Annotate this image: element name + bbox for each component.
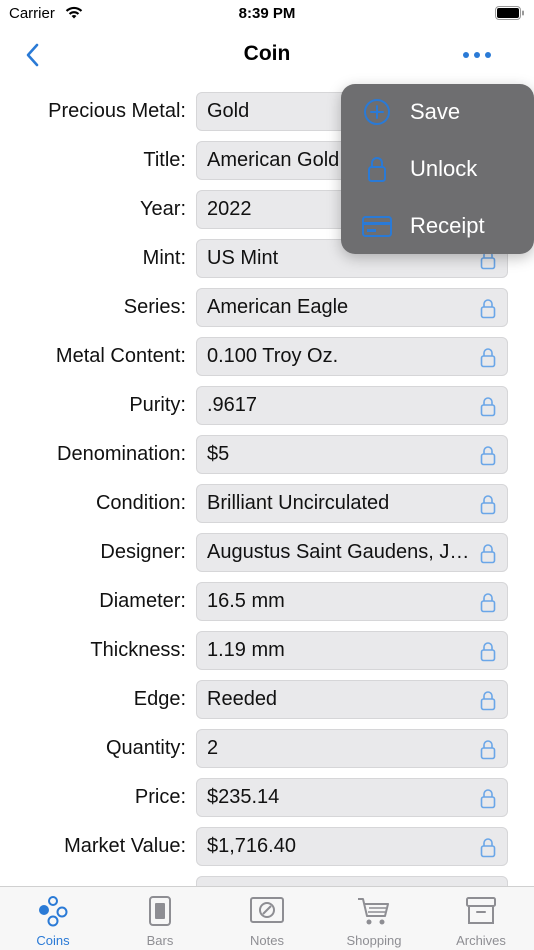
credit-card-icon: [362, 216, 392, 237]
field-input[interactable]: $235.14: [196, 778, 508, 817]
status-time: 8:39 PM: [238, 5, 296, 22]
tab-shopping[interactable]: Shopping: [321, 887, 427, 950]
plus-circle-icon: [364, 99, 390, 125]
form-row: Diameter: 16.5 mm: [0, 582, 534, 621]
field-label: Quantity:: [105, 737, 186, 759]
field-label: Purity:: [129, 394, 186, 416]
lock-icon[interactable]: [480, 739, 496, 760]
field-value: Augustus Saint Gaudens, Jen...: [207, 541, 477, 563]
field-input[interactable]: 16.5 mm: [196, 582, 508, 621]
field-value: .9617: [207, 394, 258, 416]
form-row: Metal Content: 0.100 Troy Oz.: [0, 337, 534, 376]
archive-box-icon: [466, 897, 496, 924]
ellipsis-icon: [463, 52, 491, 58]
menu-item-save[interactable]: Save: [341, 84, 534, 140]
tab-label-coins: Coins: [36, 933, 70, 948]
field-input[interactable]: Brilliant Uncirculated: [196, 484, 508, 523]
field-value: Reeded: [207, 688, 278, 710]
field-label: Edge:: [133, 688, 186, 710]
lock-icon[interactable]: [480, 298, 496, 319]
lock-icon[interactable]: [480, 592, 496, 613]
field-input[interactable]: $5: [196, 435, 508, 474]
field-label: Market Value:: [64, 835, 186, 857]
field-label: Denomination:: [57, 443, 186, 465]
field-input[interactable]: Reeded: [196, 680, 508, 719]
form-row: Market Value: $1,716.40: [0, 827, 534, 866]
field-label: Metal Content:: [55, 345, 186, 367]
lock-icon[interactable]: [480, 396, 496, 417]
menu-label-unlock: Unlock: [410, 156, 478, 181]
actions-popup-menu: Save Unlock Receipt: [341, 84, 534, 254]
lock-icon: [368, 157, 386, 182]
cart-icon: [358, 898, 389, 925]
tab-label-archives: Archives: [456, 933, 506, 948]
menu-item-unlock[interactable]: Unlock: [341, 141, 534, 197]
field-input[interactable]: Augustus Saint Gaudens, Jen...: [196, 533, 508, 572]
field-input[interactable]: 2: [196, 729, 508, 768]
form-row: Series: American Eagle: [0, 288, 534, 327]
coins-icon: [39, 896, 68, 927]
more-options-button[interactable]: [456, 40, 498, 70]
tab-notes[interactable]: Notes: [214, 887, 320, 950]
menu-label-receipt: Receipt: [410, 213, 485, 238]
field-label: Price:: [134, 786, 186, 808]
navigation-bar: Coin: [0, 30, 534, 82]
page-title: Coin: [243, 42, 291, 65]
tab-coins[interactable]: Coins: [0, 887, 106, 950]
form-row: Thickness: 1.19 mm: [0, 631, 534, 670]
lock-icon[interactable]: [480, 494, 496, 515]
field-value: $5: [207, 443, 230, 465]
form-row: Price: $235.14: [0, 778, 534, 817]
tab-label-notes: Notes: [250, 933, 284, 948]
form-row: Quantity: 2: [0, 729, 534, 768]
field-value: 1.19 mm: [207, 639, 285, 661]
tab-bars[interactable]: Bars: [107, 887, 213, 950]
field-input[interactable]: $1,716.40: [196, 827, 508, 866]
field-value: American Eagle: [207, 296, 349, 318]
lock-icon[interactable]: [480, 641, 496, 662]
form-row: Condition: Brilliant Uncirculated: [0, 484, 534, 523]
menu-item-receipt[interactable]: Receipt: [341, 198, 534, 254]
battery-icon: [495, 6, 524, 20]
field-value: $235.14: [207, 786, 280, 808]
tab-archives[interactable]: Archives: [428, 887, 534, 950]
bar-icon: [149, 896, 171, 926]
field-label: Designer:: [100, 541, 186, 563]
field-label: Title:: [143, 149, 186, 171]
form-row: Purity: .9617: [0, 386, 534, 425]
tab-label-bars: Bars: [146, 933, 174, 948]
field-value: 2: [207, 737, 219, 759]
lock-icon[interactable]: [480, 837, 496, 858]
field-value: 16.5 mm: [207, 590, 285, 612]
field-input[interactable]: 0.100 Troy Oz.: [196, 337, 508, 376]
menu-label-save: Save: [410, 99, 461, 124]
field-value: $1,716.40: [207, 835, 296, 857]
field-input[interactable]: American Eagle: [196, 288, 508, 327]
field-label: Precious Metal:: [48, 100, 186, 122]
field-value: 0.100 Troy Oz.: [207, 345, 339, 367]
form-row: Edge: Reeded: [0, 680, 534, 719]
field-label: Year:: [140, 198, 186, 220]
form-row: Designer: Augustus Saint Gaudens, Jen...: [0, 533, 534, 572]
lock-icon[interactable]: [480, 445, 496, 466]
form-row: Denomination: $5: [0, 435, 534, 474]
field-label: Diameter:: [99, 590, 186, 612]
field-input[interactable]: 1.19 mm: [196, 631, 508, 670]
lock-icon[interactable]: [480, 347, 496, 368]
status-bar: Carrier 8:39 PM: [0, 0, 534, 30]
field-label: Thickness:: [90, 639, 186, 661]
lock-icon[interactable]: [480, 788, 496, 809]
tab-bar: Coins Bars Notes Shopping Archives: [0, 886, 534, 950]
lock-icon[interactable]: [480, 690, 496, 711]
note-icon: [250, 897, 284, 923]
field-input[interactable]: .9617: [196, 386, 508, 425]
field-value: Brilliant Uncirculated: [207, 492, 390, 514]
field-label: Condition:: [95, 492, 186, 514]
tab-label-shopping: Shopping: [346, 933, 402, 948]
lock-icon[interactable]: [480, 543, 496, 564]
field-label: Mint:: [142, 247, 186, 269]
field-label: Series:: [123, 296, 186, 318]
